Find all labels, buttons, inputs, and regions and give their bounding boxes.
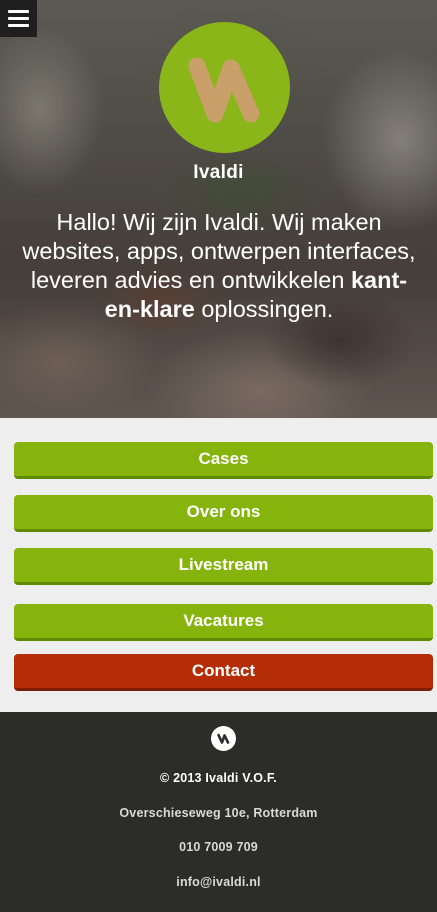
hamburger-menu-icon [8,10,29,13]
nav-button-livestream[interactable]: Livestream [14,548,433,585]
brand-name: Ivaldi [193,162,244,183]
footer-address: Overschieseweg 10e, Rotterdam [119,806,318,820]
footer-phone-link[interactable]: 010 7009 709 [0,840,437,854]
hamburger-menu-icon-bar [8,24,29,27]
nav-button-contact[interactable]: Contact [14,654,433,691]
nav-button-over-ons[interactable]: Over ons [14,495,433,532]
hamburger-menu-icon-bar [8,17,29,20]
hero-tagline: Hallo! Wij zijn Ivaldi. Wij maken websit… [14,208,424,324]
footer-copyright: © 2013 Ivaldi V.O.F. [160,771,277,785]
footer-email-link[interactable]: info@ivaldi.nl [0,875,437,889]
footer: © 2013 Ivaldi V.O.F. Overschieseweg 10e,… [0,712,437,912]
menu-button[interactable] [0,0,37,37]
nav-button-vacatures[interactable]: Vacatures [14,604,433,641]
ivaldi-logo-icon[interactable] [159,22,290,153]
hero-section: Ivaldi Hallo! Wij zijn Ivaldi. Wij maken… [0,0,437,418]
ivaldi-small-logo-icon[interactable] [211,726,236,751]
tagline-text-end: oplossingen. [194,296,334,322]
nav-button-cases[interactable]: Cases [14,442,433,479]
